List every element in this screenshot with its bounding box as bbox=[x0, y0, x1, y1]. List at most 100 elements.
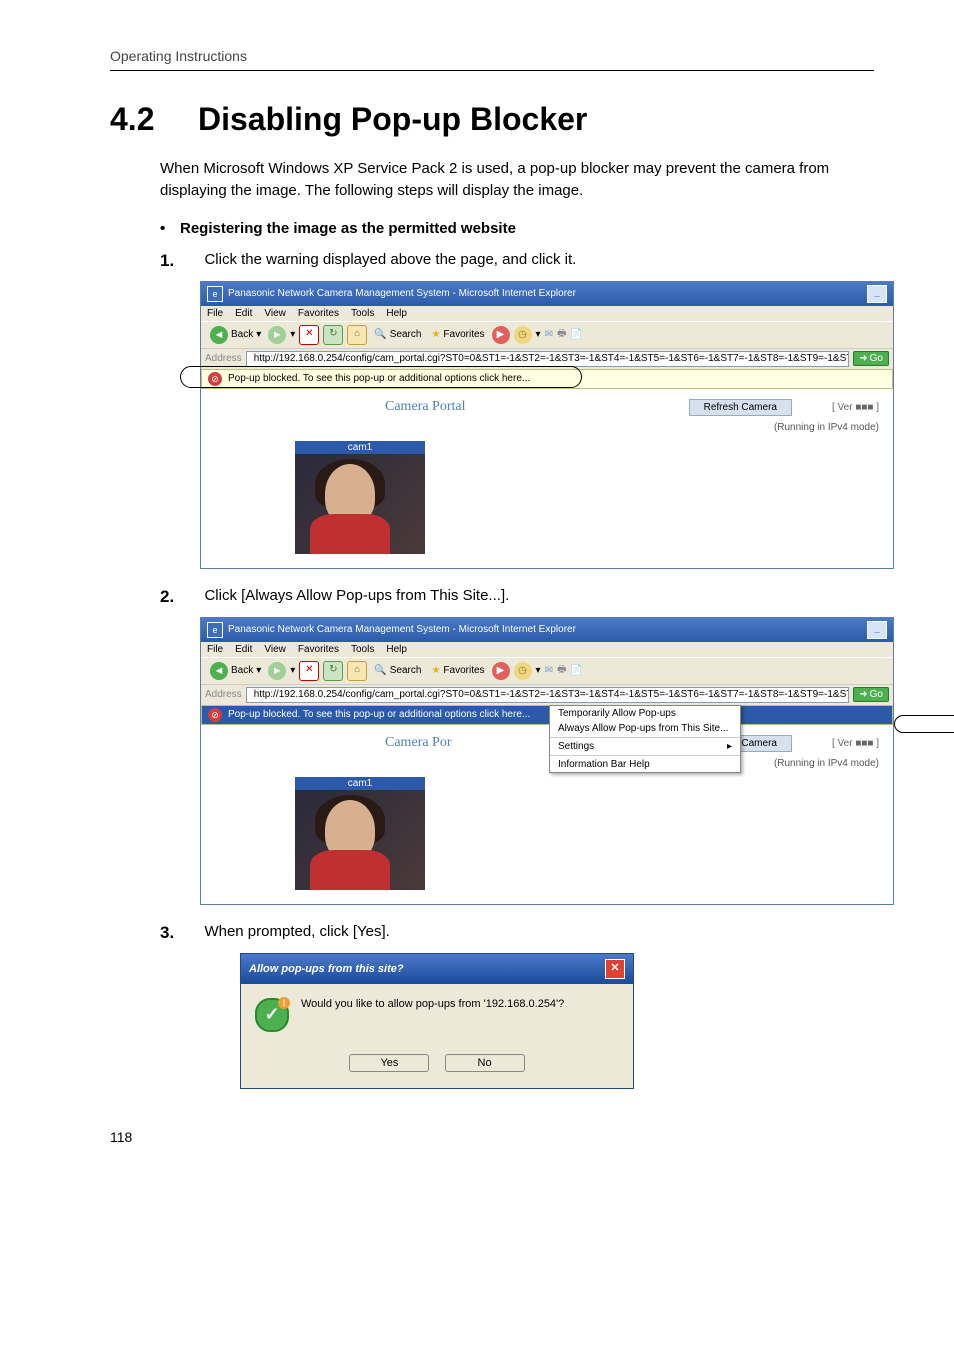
favorites-label: Favorites bbox=[443, 329, 484, 340]
ie-title-text: Panasonic Network Camera Management Syst… bbox=[228, 288, 576, 299]
popup-blocked-bar-selected: ⊘ Pop-up blocked. To see this pop-up or … bbox=[201, 705, 893, 725]
camera-label: cam1 bbox=[295, 441, 425, 454]
heading-number: 4.2 bbox=[110, 101, 198, 138]
favorites-icon: ★ bbox=[431, 329, 440, 340]
forward-icon: ► bbox=[268, 662, 286, 680]
close-icon: ✕ bbox=[605, 959, 625, 979]
search-icon: 🔍 bbox=[374, 665, 386, 676]
yes-button: Yes bbox=[349, 1054, 429, 1072]
go-button: ➜ Go bbox=[853, 351, 889, 366]
version-label: [ Ver ■■■ ] bbox=[832, 402, 879, 413]
ie-logo-icon: e bbox=[207, 622, 223, 638]
running-mode: (Running in IPv4 mode) bbox=[215, 758, 879, 769]
menu-view: View bbox=[264, 644, 286, 655]
menu-view: View bbox=[264, 308, 286, 319]
context-menu: Temporarily Allow Pop-ups Always Allow P… bbox=[549, 705, 741, 773]
refresh-icon: ↻ bbox=[323, 661, 343, 681]
page-number: 118 bbox=[110, 1129, 874, 1145]
ctx-settings: Settings▸ bbox=[550, 739, 740, 754]
camera-image bbox=[295, 790, 425, 890]
ie-title-text: Panasonic Network Camera Management Syst… bbox=[228, 624, 576, 635]
ie-window-screenshot-2: e Panasonic Network Camera Management Sys… bbox=[200, 617, 894, 905]
menu-edit: Edit bbox=[235, 644, 252, 655]
back-icon: ◄ bbox=[210, 326, 228, 344]
mail-icon: ✉ bbox=[545, 329, 553, 340]
address-url: http://192.168.0.254/config/cam_portal.c… bbox=[254, 689, 850, 700]
favorites-label: Favorites bbox=[443, 665, 484, 676]
menu-tools: Tools bbox=[351, 644, 374, 655]
page-heading: 4.2Disabling Pop-up Blocker bbox=[110, 101, 874, 138]
ie-menubar: FileEditViewFavoritesToolsHelp bbox=[201, 642, 893, 657]
no-button: No bbox=[445, 1054, 525, 1072]
running-mode: (Running in IPv4 mode) bbox=[215, 422, 879, 433]
back-label: Back bbox=[231, 329, 253, 340]
heading-title: Disabling Pop-up Blocker bbox=[198, 101, 587, 137]
stop-icon: ✕ bbox=[299, 325, 319, 345]
back-icon: ◄ bbox=[210, 662, 228, 680]
camera-tile: cam1 bbox=[295, 777, 425, 890]
ie-page-content: Camera Portal Refresh Camera [ Ver ■■■ ]… bbox=[201, 389, 893, 568]
step-number: 3. bbox=[160, 923, 200, 943]
ie-toolbar: ◄Back ▾ ► ▾ ✕ ↻ ⌂ 🔍Search ★Favorites ▶ ◷… bbox=[201, 321, 893, 348]
ctx-info-bar-help: Information Bar Help bbox=[550, 757, 740, 772]
step-text: When prompted, click [Yes]. bbox=[204, 923, 389, 940]
ie-logo-icon: e bbox=[207, 286, 223, 302]
step-number: 2. bbox=[160, 587, 200, 607]
portal-title: Camera Por bbox=[385, 735, 451, 751]
address-label: Address bbox=[205, 689, 242, 700]
media-icon: ▶ bbox=[492, 326, 510, 344]
confirm-icon: ✓ bbox=[255, 998, 289, 1032]
popup-blocked-bar: ⊘ Pop-up blocked. To see this pop-up or … bbox=[201, 369, 893, 389]
bullet-text: Registering the image as the permitted w… bbox=[180, 220, 516, 237]
version-label: [ Ver ■■■ ] bbox=[832, 738, 879, 749]
address-url: http://192.168.0.254/config/cam_portal.c… bbox=[254, 353, 850, 364]
history-icon: ◷ bbox=[514, 326, 532, 344]
camera-tile: cam1 bbox=[295, 441, 425, 554]
print-icon: 🖶 bbox=[557, 326, 566, 343]
edit-doc-icon: 📄 bbox=[570, 665, 582, 676]
menu-help: Help bbox=[386, 644, 407, 655]
search-label: Search bbox=[390, 329, 422, 340]
ie-menubar: File Edit View Favorites Tools Help bbox=[201, 306, 893, 321]
bullet-dot: • bbox=[160, 220, 180, 237]
edit-doc-icon: 📄 bbox=[570, 329, 582, 340]
step-number: 1. bbox=[160, 251, 200, 271]
back-label: Back bbox=[231, 665, 253, 676]
step-text: Click [Always Allow Pop-ups from This Si… bbox=[204, 587, 509, 604]
popup-blocked-text: Pop-up blocked. To see this pop-up or ad… bbox=[228, 373, 530, 384]
go-button: ➜ Go bbox=[853, 687, 889, 702]
minimize-icon: _ bbox=[867, 285, 887, 303]
ie-titlebar: e Panasonic Network Camera Management Sys… bbox=[201, 618, 893, 642]
favorites-icon: ★ bbox=[431, 665, 440, 676]
search-icon: 🔍 bbox=[374, 329, 386, 340]
ie-window-screenshot-1: e Panasonic Network Camera Management Sys… bbox=[200, 281, 894, 569]
dialog-message: Would you like to allow pop-ups from '19… bbox=[301, 998, 564, 1010]
home-icon: ⌂ bbox=[347, 325, 367, 345]
stop-icon: ✕ bbox=[299, 661, 319, 681]
menu-file: File bbox=[207, 308, 223, 319]
blocked-icon: ⊘ bbox=[208, 708, 222, 722]
minimize-icon: _ bbox=[867, 621, 887, 639]
menu-edit: Edit bbox=[235, 308, 252, 319]
ie-toolbar: ◄Back ▾ ► ▾ ✕ ↻ ⌂ 🔍Search ★Favorites ▶ ◷… bbox=[201, 657, 893, 684]
dialog-title-text: Allow pop-ups from this site? bbox=[249, 963, 404, 975]
media-icon: ▶ bbox=[492, 662, 510, 680]
ctx-temporarily-allow: Temporarily Allow Pop-ups bbox=[550, 706, 740, 721]
menu-favorites: Favorites bbox=[298, 308, 339, 319]
menu-help: Help bbox=[386, 308, 407, 319]
home-icon: ⌂ bbox=[347, 661, 367, 681]
refresh-camera-button: Refresh Camera bbox=[689, 399, 792, 416]
popup-blocked-text: Pop-up blocked. To see this pop-up or ad… bbox=[228, 709, 530, 720]
forward-icon: ► bbox=[268, 326, 286, 344]
ie-address-bar: Address http://192.168.0.254/config/cam_… bbox=[201, 348, 893, 369]
portal-title: Camera Portal bbox=[385, 399, 465, 415]
allow-popups-dialog: Allow pop-ups from this site? ✕ ✓ Would … bbox=[240, 953, 634, 1089]
ie-titlebar: e Panasonic Network Camera Management Sys… bbox=[201, 282, 893, 306]
address-label: Address bbox=[205, 353, 242, 364]
menu-tools: Tools bbox=[351, 308, 374, 319]
print-icon: 🖶 bbox=[557, 662, 566, 679]
camera-label: cam1 bbox=[295, 777, 425, 790]
ie-address-bar: Address http://192.168.0.254/config/cam_… bbox=[201, 684, 893, 705]
step-text: Click the warning displayed above the pa… bbox=[204, 251, 576, 268]
camera-image bbox=[295, 454, 425, 554]
